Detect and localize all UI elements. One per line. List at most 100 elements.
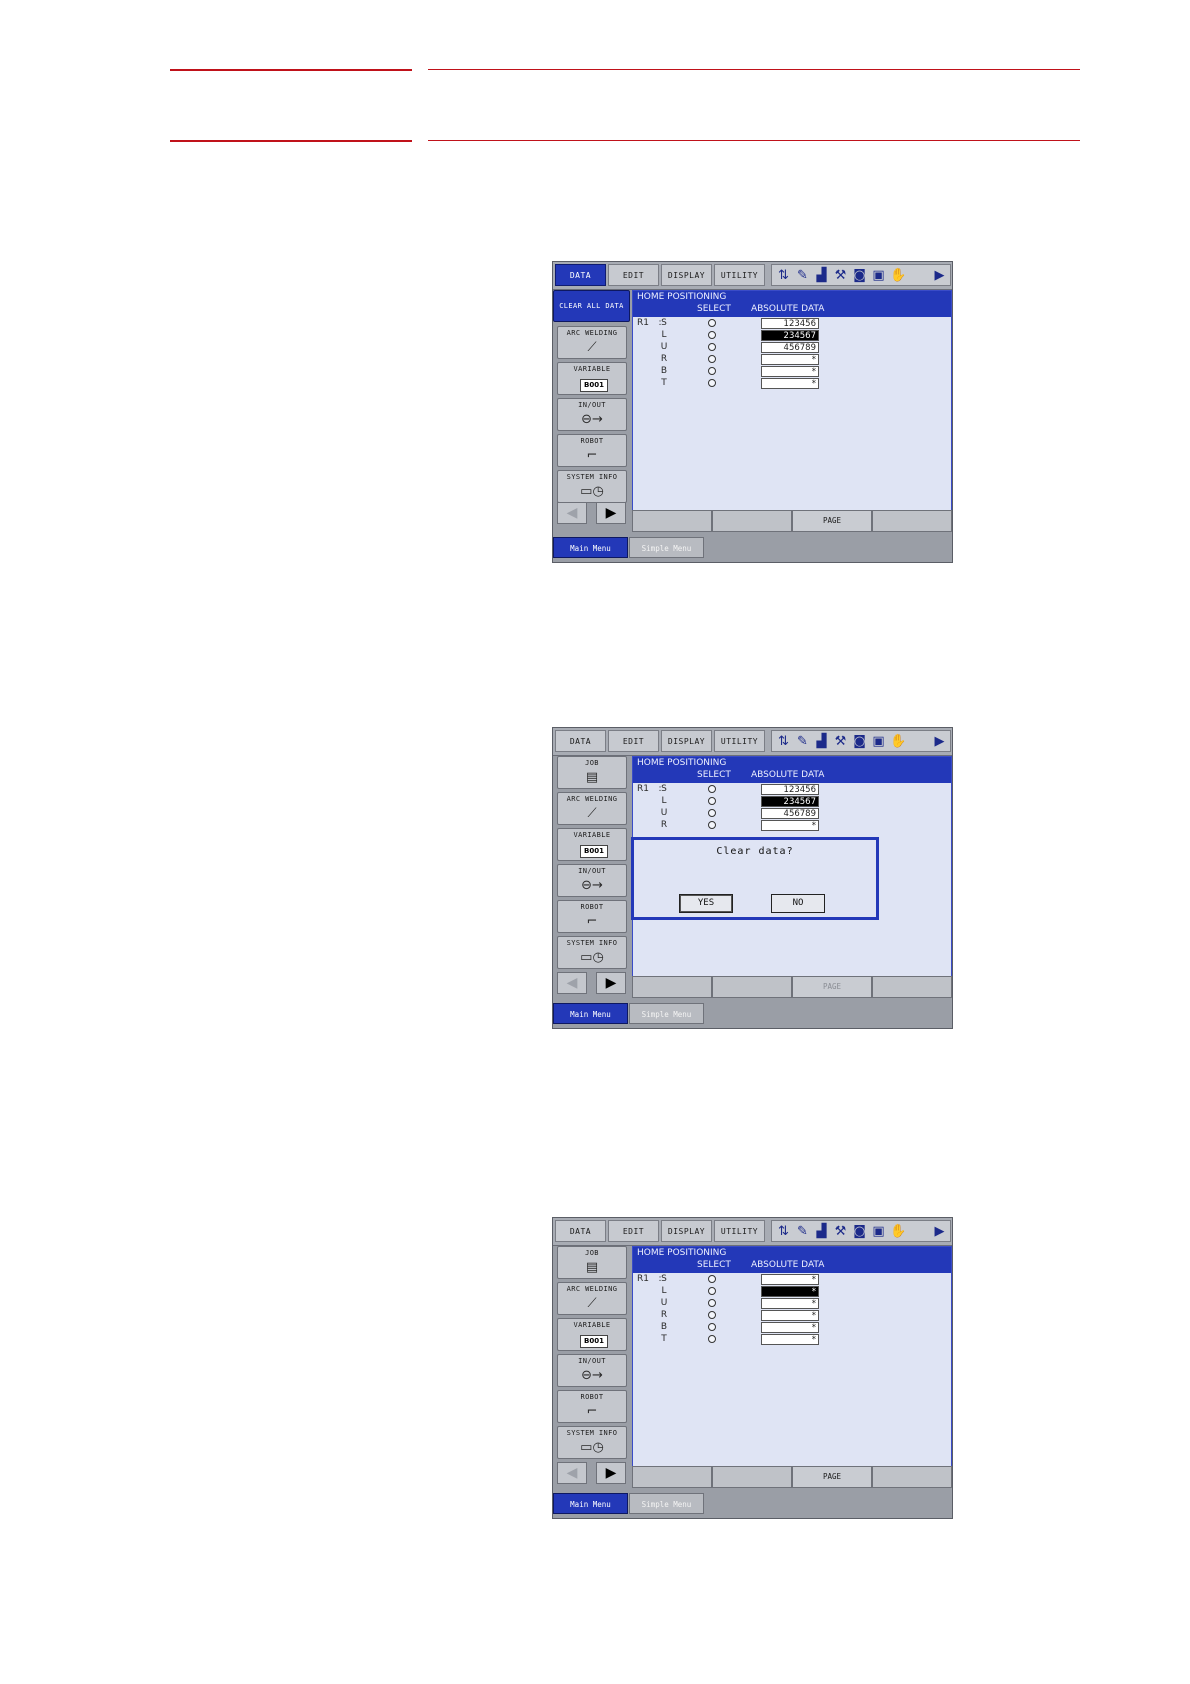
page-button[interactable]: PAGE [792, 1466, 872, 1488]
simple-menu-button[interactable]: Simple Menu [629, 1003, 704, 1024]
absolute-data-value[interactable]: * [761, 378, 819, 389]
absolute-data-value[interactable]: * [761, 354, 819, 365]
absolute-data-value[interactable]: 456789 [761, 808, 819, 819]
menu-tab-edit[interactable]: EDIT [608, 264, 659, 286]
select-radio[interactable] [708, 785, 716, 793]
absolute-data-value[interactable]: * [761, 1274, 819, 1285]
sidebar-item-variable[interactable]: VARIABLE B001 [557, 1318, 627, 1351]
menu-tab-display[interactable]: DISPLAY [661, 730, 712, 752]
select-radio[interactable] [708, 1299, 716, 1307]
bottom-button-4[interactable] [872, 510, 952, 532]
sidebar-item-system-info[interactable]: SYSTEM INFO ▭◷ [557, 936, 627, 969]
absolute-data-value[interactable]: * [761, 1286, 819, 1297]
tool-icon: ⚒ [834, 1224, 847, 1239]
bottom-button-1[interactable] [632, 1466, 712, 1488]
select-radio[interactable] [708, 1323, 716, 1331]
bottom-button-4[interactable] [872, 1466, 952, 1488]
bottom-button-1[interactable] [632, 976, 712, 998]
sidebar-item-job[interactable]: JOB ▤ [557, 756, 627, 789]
footer: Main Menu Simple Menu [553, 1003, 952, 1024]
page-icon[interactable]: ▶ [932, 1224, 947, 1239]
bottom-button-2[interactable] [712, 1466, 792, 1488]
bottom-button-1[interactable] [632, 510, 712, 532]
select-radio[interactable] [708, 1287, 716, 1295]
bottom-button-4[interactable] [872, 976, 952, 998]
sidebar-item-arc-welding[interactable]: ARC WELDING ⟋ [557, 792, 627, 825]
menu-tab-utility[interactable]: UTILITY [714, 730, 765, 752]
absolute-data-value[interactable]: * [761, 820, 819, 831]
select-radio[interactable] [708, 1311, 716, 1319]
sidebar-item-system-info[interactable]: SYSTEM INFO ▭◷ [557, 470, 627, 503]
select-radio[interactable] [708, 797, 716, 805]
column-select: SELECT [697, 1260, 731, 1270]
select-radio[interactable] [708, 379, 716, 387]
no-button[interactable]: NO [771, 894, 825, 913]
sidebar-item-in-out[interactable]: IN/OUT ⊖→ [557, 1354, 627, 1387]
select-radio[interactable] [708, 1275, 716, 1283]
select-radio[interactable] [708, 821, 716, 829]
axis-name: L [661, 1286, 667, 1296]
absolute-data-value[interactable]: 123456 [761, 318, 819, 329]
arrow-right-icon[interactable]: ▶ [596, 1462, 626, 1484]
arrow-right-icon[interactable]: ▶ [596, 972, 626, 994]
menu-tab-edit[interactable]: EDIT [608, 730, 659, 752]
menu-tab-edit[interactable]: EDIT [608, 1220, 659, 1242]
menu-tab-display[interactable]: DISPLAY [661, 264, 712, 286]
absolute-data-value[interactable]: * [761, 1310, 819, 1321]
sidebar-item-robot[interactable]: ROBOT ⌐ [557, 434, 627, 467]
absolute-data-value[interactable]: 234567 [761, 796, 819, 807]
page-button[interactable]: PAGE [792, 976, 872, 998]
select-radio[interactable] [708, 319, 716, 327]
sidebar-item-job[interactable]: JOB ▤ [557, 1246, 627, 1279]
sidebar-item-in-out[interactable]: IN/OUT ⊖→ [557, 398, 627, 431]
arrow-left-icon[interactable]: ◀ [557, 1462, 587, 1484]
absolute-data-value[interactable]: 456789 [761, 342, 819, 353]
select-radio[interactable] [708, 343, 716, 351]
main-menu-button[interactable]: Main Menu [553, 1003, 628, 1024]
arrow-left-icon[interactable]: ◀ [557, 502, 587, 524]
absolute-data-value[interactable]: * [761, 1298, 819, 1309]
variable-label: VARIABLE [573, 831, 611, 839]
page-icon[interactable]: ▶ [932, 734, 947, 749]
select-radio[interactable] [708, 367, 716, 375]
sidebar-item-variable[interactable]: VARIABLE B001 [557, 362, 627, 395]
absolute-data-value[interactable]: 234567 [761, 330, 819, 341]
sidebar-item-arc-welding[interactable]: ARC WELDING ⟋ [557, 1282, 627, 1315]
menu-tab-data[interactable]: DATA [555, 730, 606, 752]
system-info-label: SYSTEM INFO [566, 473, 618, 481]
bottom-button-2[interactable] [712, 510, 792, 532]
arrow-right-icon[interactable]: ▶ [596, 502, 626, 524]
select-radio[interactable] [708, 809, 716, 817]
page-icon[interactable]: ▶ [932, 268, 947, 283]
sidebar-item-robot[interactable]: ROBOT ⌐ [557, 1390, 627, 1423]
page-title: HOME POSITIONING [637, 1248, 727, 1258]
sidebar-item-robot[interactable]: ROBOT ⌐ [557, 900, 627, 933]
select-radio[interactable] [708, 355, 716, 363]
select-radio[interactable] [708, 331, 716, 339]
clear-all-data-button[interactable]: CLEAR ALL DATA [553, 290, 630, 322]
page-button[interactable]: PAGE [792, 510, 872, 532]
sidebar-item-system-info[interactable]: SYSTEM INFO ▭◷ [557, 1426, 627, 1459]
simple-menu-button[interactable]: Simple Menu [629, 1493, 704, 1514]
simple-menu-button[interactable]: Simple Menu [629, 537, 704, 558]
axis-name: R [660, 1310, 668, 1320]
main-menu-button[interactable]: Main Menu [553, 537, 628, 558]
menu-tab-utility[interactable]: UTILITY [714, 264, 765, 286]
sidebar-item-variable[interactable]: VARIABLE B001 [557, 828, 627, 861]
select-radio[interactable] [708, 1335, 716, 1343]
absolute-data-value[interactable]: * [761, 1334, 819, 1345]
arrow-left-icon[interactable]: ◀ [557, 972, 587, 994]
absolute-data-value[interactable]: 123456 [761, 784, 819, 795]
sidebar-item-arc-welding[interactable]: ARC WELDING ⟋ [557, 326, 627, 359]
menu-tab-utility[interactable]: UTILITY [714, 1220, 765, 1242]
bottom-button-2[interactable] [712, 976, 792, 998]
menu-tab-data[interactable]: DATA [555, 1220, 606, 1242]
sidebar-item-in-out[interactable]: IN/OUT ⊖→ [557, 864, 627, 897]
menu-tab-display[interactable]: DISPLAY [661, 1220, 712, 1242]
absolute-data-value[interactable]: * [761, 366, 819, 377]
main-menu-button[interactable]: Main Menu [553, 1493, 628, 1514]
menu-tab-data[interactable]: DATA [555, 264, 606, 286]
absolute-data-value[interactable]: * [761, 1322, 819, 1333]
yes-button[interactable]: YES [679, 894, 733, 913]
table-row: R * [633, 1310, 951, 1322]
